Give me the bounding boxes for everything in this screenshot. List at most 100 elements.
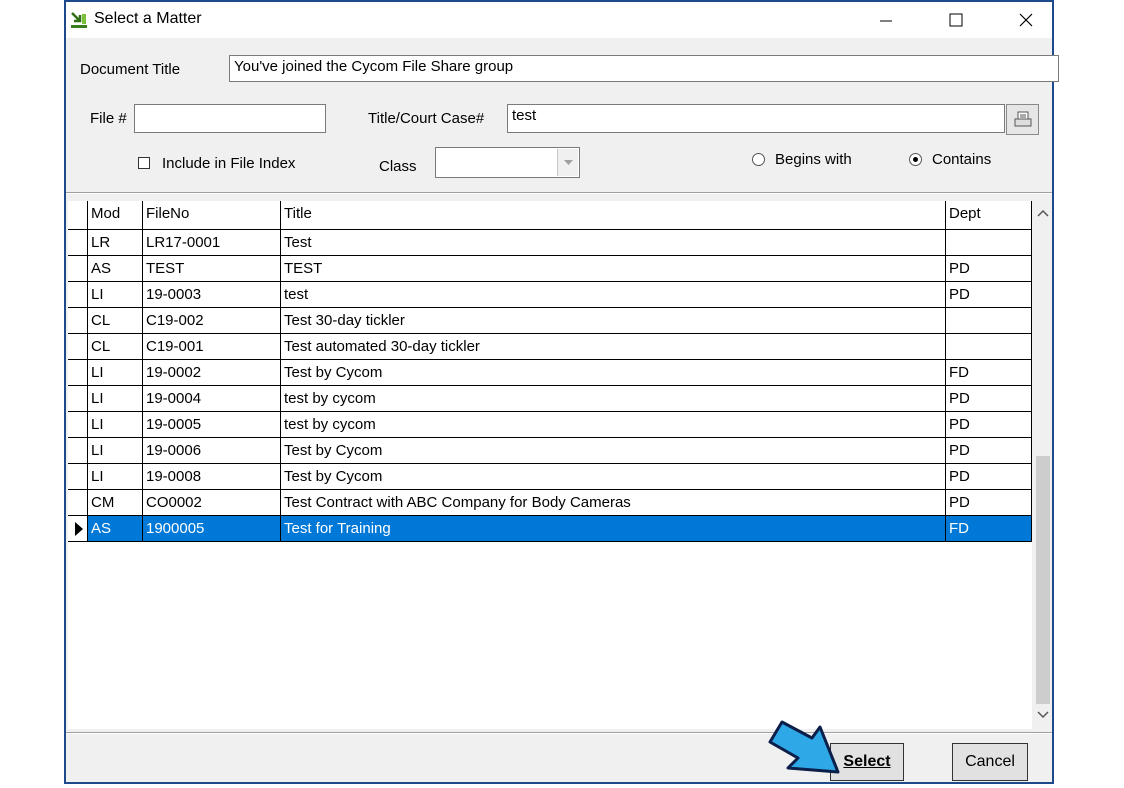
cell-title[interactable]: TEST (281, 256, 946, 282)
row-indicator[interactable] (68, 282, 88, 308)
cell-dept[interactable]: PD (946, 256, 1032, 282)
cell-fileno[interactable]: C19-001 (143, 334, 281, 360)
cell-title[interactable]: Test by Cycom (281, 464, 946, 490)
row-indicator[interactable] (68, 516, 88, 542)
row-indicator[interactable] (68, 386, 88, 412)
cell-dept[interactable]: FD (946, 360, 1032, 386)
cancel-button-label: Cancel (965, 753, 1015, 770)
footer-separator (66, 732, 1052, 734)
row-indicator[interactable] (68, 256, 88, 282)
table-row[interactable]: LI 19-0004 test by cycom PD (68, 386, 1032, 412)
cell-mod[interactable]: AS (88, 256, 143, 282)
cell-fileno[interactable]: 19-0008 (143, 464, 281, 490)
row-indicator[interactable] (68, 438, 88, 464)
contains-radio[interactable] (909, 153, 922, 166)
file-number-input[interactable] (134, 104, 326, 133)
select-matter-dialog: Select a Matter Document Title You've jo… (64, 0, 1059, 784)
class-dropdown[interactable] (435, 147, 580, 178)
cell-dept[interactable]: FD (946, 516, 1032, 542)
cancel-button[interactable]: Cancel (952, 743, 1028, 781)
cell-fileno[interactable]: 19-0006 (143, 438, 281, 464)
title-bar[interactable]: Select a Matter (66, 2, 1052, 38)
cell-title[interactable]: Test automated 30-day tickler (281, 334, 946, 360)
cell-dept[interactable] (946, 308, 1032, 334)
column-header-mod[interactable]: Mod (88, 201, 143, 230)
row-indicator[interactable] (68, 230, 88, 256)
cell-fileno[interactable]: CO0002 (143, 490, 281, 516)
table-row[interactable]: LI 19-0005 test by cycom PD (68, 412, 1032, 438)
cell-dept[interactable] (946, 230, 1032, 256)
row-indicator[interactable] (68, 334, 88, 360)
table-row[interactable]: LR LR17-0001 Test (68, 230, 1032, 256)
cell-dept[interactable]: PD (946, 438, 1032, 464)
cell-mod[interactable]: LI (88, 282, 143, 308)
cell-mod[interactable]: CL (88, 334, 143, 360)
class-dropdown-toggle[interactable] (557, 149, 578, 176)
cell-dept[interactable]: PD (946, 490, 1032, 516)
cell-fileno[interactable]: 1900005 (143, 516, 281, 542)
table-row[interactable]: LI 19-0006 Test by Cycom PD (68, 438, 1032, 464)
row-indicator[interactable] (68, 360, 88, 386)
table-row[interactable]: CL C19-001 Test automated 30-day tickler (68, 334, 1032, 360)
cell-title[interactable]: test by cycom (281, 386, 946, 412)
column-header-dept[interactable]: Dept (946, 201, 1032, 230)
scrollbar-thumb[interactable] (1036, 456, 1050, 704)
cell-mod[interactable]: LI (88, 386, 143, 412)
table-row[interactable]: CM CO0002 Test Contract with ABC Company f… (68, 490, 1032, 516)
lookup-button[interactable] (1006, 104, 1039, 135)
cell-mod[interactable]: LI (88, 360, 143, 386)
row-indicator[interactable] (68, 412, 88, 438)
title-court-case-input[interactable]: test (507, 104, 1005, 133)
cell-fileno[interactable]: 19-0004 (143, 386, 281, 412)
cell-fileno[interactable]: C19-002 (143, 308, 281, 334)
cell-mod[interactable]: LI (88, 464, 143, 490)
cell-mod[interactable]: LI (88, 412, 143, 438)
cell-title[interactable]: Test Contract with ABC Company for Body … (281, 490, 946, 516)
maximize-icon (949, 13, 963, 27)
cell-title[interactable]: Test for Training (281, 516, 946, 542)
cell-title[interactable]: Test (281, 230, 946, 256)
begins-with-radio[interactable] (752, 153, 765, 166)
cell-dept[interactable]: PD (946, 412, 1032, 438)
cell-title[interactable]: Test 30-day tickler (281, 308, 946, 334)
table-row[interactable]: CL C19-002 Test 30-day tickler (68, 308, 1032, 334)
cell-dept[interactable]: PD (946, 464, 1032, 490)
document-title-field[interactable]: You've joined the Cycom File Share group (229, 55, 1059, 82)
cell-dept[interactable]: PD (946, 282, 1032, 308)
table-row[interactable]: AS TEST TEST PD (68, 256, 1032, 282)
cell-fileno[interactable]: 19-0005 (143, 412, 281, 438)
column-header-fileno[interactable]: FileNo (143, 201, 281, 230)
matter-grid[interactable]: Mod FileNo Title Dept LR LR17-0001 Test AS T… (68, 201, 1032, 729)
scroll-up-icon[interactable] (1037, 209, 1049, 217)
cell-mod[interactable]: LI (88, 438, 143, 464)
close-button[interactable] (998, 2, 1054, 38)
include-file-index-checkbox[interactable] (138, 157, 150, 169)
cell-fileno[interactable]: 19-0003 (143, 282, 281, 308)
cell-fileno[interactable]: 19-0002 (143, 360, 281, 386)
minimize-button[interactable] (858, 2, 914, 38)
column-header-title[interactable]: Title (281, 201, 946, 230)
cell-fileno[interactable]: LR17-0001 (143, 230, 281, 256)
row-indicator[interactable] (68, 464, 88, 490)
cell-dept[interactable]: PD (946, 386, 1032, 412)
cell-title[interactable]: test by cycom (281, 412, 946, 438)
maximize-button[interactable] (928, 2, 984, 38)
table-row[interactable]: LI 19-0003 test PD (68, 282, 1032, 308)
cell-title[interactable]: test (281, 282, 946, 308)
table-row[interactable]: AS 1900005 Test for Training FD (68, 516, 1032, 542)
grid-vertical-scrollbar[interactable] (1034, 201, 1052, 729)
cell-fileno[interactable]: TEST (143, 256, 281, 282)
table-row[interactable]: LI 19-0008 Test by Cycom PD (68, 464, 1032, 490)
cell-title[interactable]: Test by Cycom (281, 360, 946, 386)
window-title: Select a Matter (94, 10, 202, 27)
scroll-down-icon[interactable] (1037, 711, 1049, 719)
table-row[interactable]: LI 19-0002 Test by Cycom FD (68, 360, 1032, 386)
cell-dept[interactable] (946, 334, 1032, 360)
row-indicator[interactable] (68, 308, 88, 334)
cell-mod[interactable]: AS (88, 516, 143, 542)
cell-title[interactable]: Test by Cycom (281, 438, 946, 464)
cell-mod[interactable]: CM (88, 490, 143, 516)
cell-mod[interactable]: CL (88, 308, 143, 334)
row-indicator[interactable] (68, 490, 88, 516)
cell-mod[interactable]: LR (88, 230, 143, 256)
